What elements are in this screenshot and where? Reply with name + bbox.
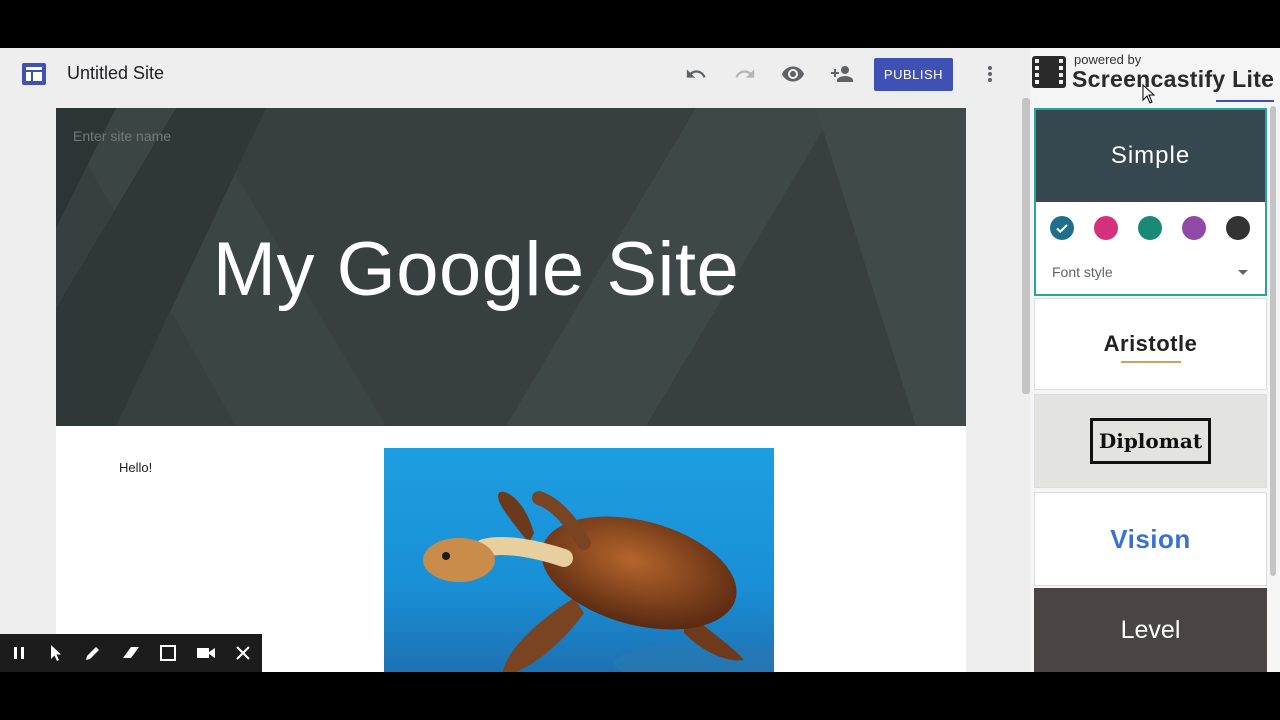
pause-icon[interactable]: [0, 634, 37, 672]
watermark-name: Screencastify Lite: [1072, 66, 1275, 92]
site-title[interactable]: Untitled Site: [67, 63, 164, 84]
active-tab-indicator: [1216, 100, 1274, 102]
theme-vision-label: Vision: [1110, 523, 1191, 554]
canvas-scrollbar[interactable]: [1022, 98, 1030, 394]
vision-bottom-rule: [1107, 563, 1193, 566]
undo-icon[interactable]: [684, 62, 708, 86]
turtle-image[interactable]: [384, 448, 774, 672]
redo-icon[interactable]: [733, 62, 757, 86]
aristotle-underline: [1121, 361, 1181, 363]
color-swatch-teal[interactable]: [1138, 216, 1162, 240]
rectangle-icon[interactable]: [150, 634, 187, 672]
site-name-input[interactable]: Enter site name: [73, 128, 171, 144]
sites-editor: Untitled Site PUBLISH Enter site name My…: [0, 48, 1280, 672]
themes-panel: powered by Screencastify Lite Simple Fon…: [1030, 48, 1280, 672]
text-box[interactable]: Hello!: [119, 460, 152, 475]
more-vert-icon[interactable]: [978, 62, 1002, 86]
theme-diplomat-label: Diplomat: [1089, 418, 1212, 464]
screencastify-toolbar: [0, 634, 262, 672]
add-person-icon[interactable]: [830, 62, 854, 86]
theme-level-label: Level: [1120, 615, 1181, 644]
top-bar: Untitled Site PUBLISH: [0, 48, 1022, 100]
film-icon: [1032, 56, 1066, 88]
hero-title[interactable]: My Google Site: [56, 226, 896, 313]
page-canvas: Enter site name My Google Site Hello!: [56, 108, 966, 672]
check-icon: [1056, 224, 1068, 234]
pointer-icon[interactable]: [37, 634, 74, 672]
camera-icon[interactable]: [187, 634, 224, 672]
vision-top-rule: [1107, 511, 1193, 514]
theme-level[interactable]: Level: [1034, 588, 1267, 672]
theme-simple-label: Simple: [1036, 110, 1265, 202]
theme-simple[interactable]: Simple Font style: [1034, 108, 1267, 296]
theme-vision[interactable]: Vision: [1034, 492, 1267, 586]
hero-header[interactable]: Enter site name My Google Site: [56, 108, 966, 426]
eye-icon[interactable]: [781, 62, 805, 86]
mouse-cursor-icon: [1142, 83, 1156, 109]
theme-aristotle-label: Aristotle: [1103, 331, 1198, 356]
close-icon[interactable]: [224, 634, 261, 672]
theme-diplomat[interactable]: Diplomat: [1034, 394, 1267, 488]
color-swatch-blue[interactable]: [1050, 216, 1074, 240]
publish-button[interactable]: PUBLISH: [874, 58, 953, 91]
pen-icon[interactable]: [75, 634, 112, 672]
theme-aristotle[interactable]: Aristotle: [1034, 298, 1267, 390]
color-swatch-dark[interactable]: [1226, 216, 1250, 240]
google-sites-icon[interactable]: [22, 63, 46, 85]
color-swatch-purple[interactable]: [1182, 216, 1206, 240]
font-style-dropdown[interactable]: Font style: [1052, 264, 1113, 280]
watermark-powered-by: powered by: [1074, 52, 1142, 67]
eraser-icon[interactable]: [112, 634, 149, 672]
panel-scrollbar[interactable]: [1270, 106, 1276, 576]
chevron-down-icon[interactable]: [1238, 270, 1248, 275]
color-swatch-pink[interactable]: [1094, 216, 1118, 240]
